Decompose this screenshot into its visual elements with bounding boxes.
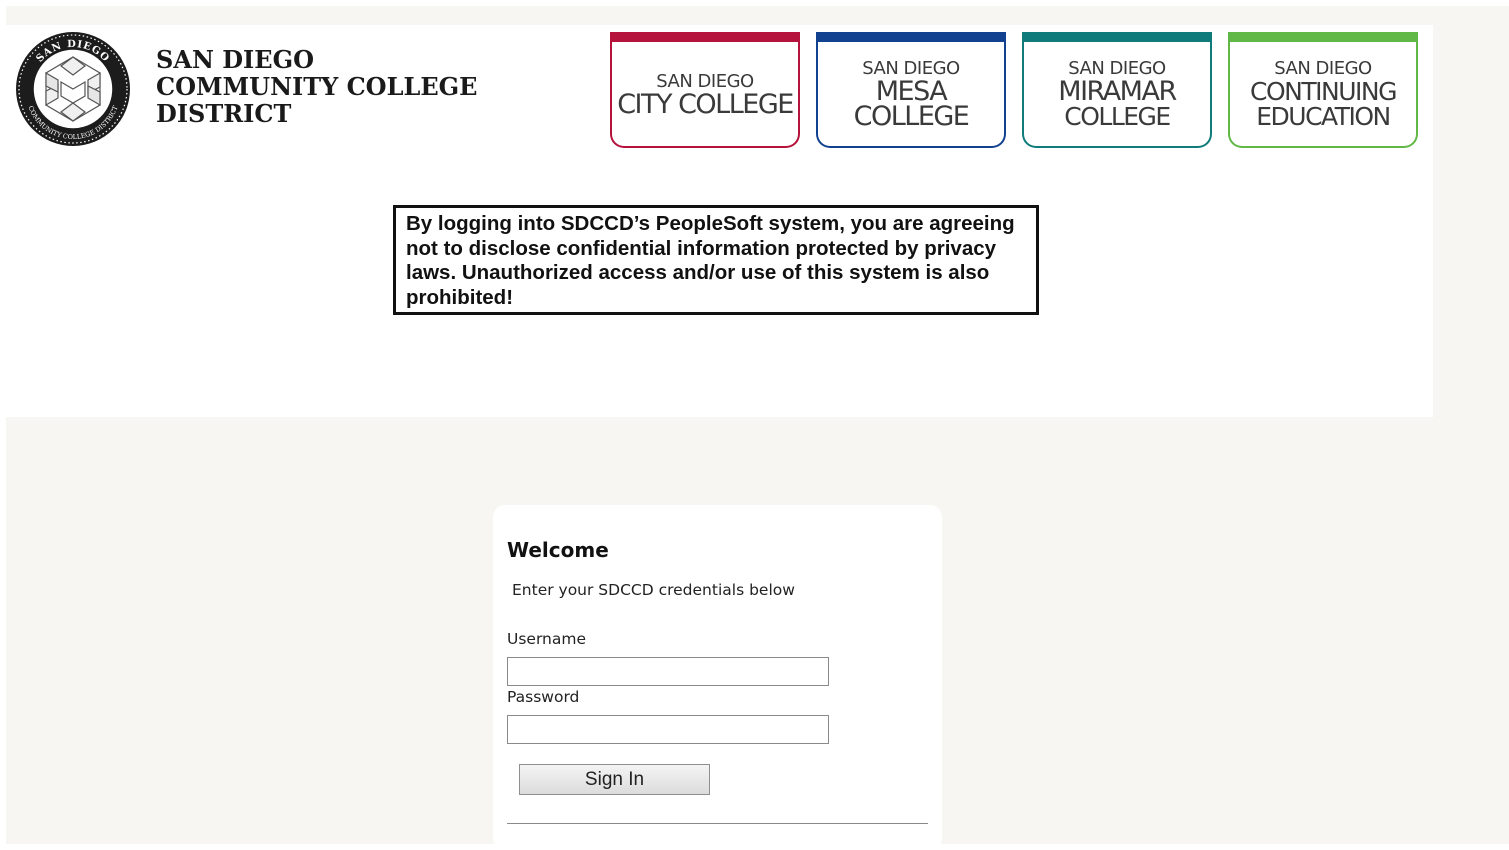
district-name: SAN DIEGO COMMUNITY COLLEGE DISTRICT (156, 46, 477, 127)
continuing-education-logo[interactable]: San Diego Continuing Education (1228, 32, 1418, 148)
miramar-college-logo[interactable]: San Diego Miramar College (1022, 32, 1212, 148)
mesa-college-logo[interactable]: San Diego Mesa College (816, 32, 1006, 148)
username-input[interactable] (507, 657, 829, 686)
password-label: Password (507, 688, 580, 706)
city-college-logo[interactable]: San Diego City College (610, 32, 800, 148)
continuing-education-logo-main-1: Continuing (1250, 77, 1397, 106)
login-instructions: Enter your SDCCD credentials below (512, 581, 795, 599)
district-name-line-2: COMMUNITY COLLEGE (156, 72, 478, 101)
username-label: Username (507, 630, 587, 648)
sign-in-button[interactable]: Sign In (519, 764, 710, 795)
district-name-line-3: DISTRICT (156, 99, 292, 128)
district-seal-logo: SAN DIEGO COMMUNITY COLLEGE DISTRICT (16, 32, 130, 146)
login-title: Welcome (507, 538, 609, 562)
mesa-college-logo-main: Mesa College (853, 76, 970, 132)
city-college-logo-main: City College (617, 88, 794, 120)
password-input[interactable] (507, 715, 829, 744)
miramar-college-logo-main-1: Miramar (1058, 76, 1177, 107)
login-divider (507, 823, 928, 824)
continuing-education-logo-main-2: Education (1256, 102, 1391, 131)
login-panel: Welcome Enter your SDCCD credentials bel… (493, 505, 942, 850)
continuing-education-logo-sub: San Diego (1274, 58, 1372, 79)
miramar-college-logo-main-2: College (1064, 102, 1171, 131)
district-name-line-1: SAN DIEGO (156, 45, 314, 74)
confidentiality-notice: By logging into SDCCD’s PeopleSoft syste… (393, 205, 1039, 315)
